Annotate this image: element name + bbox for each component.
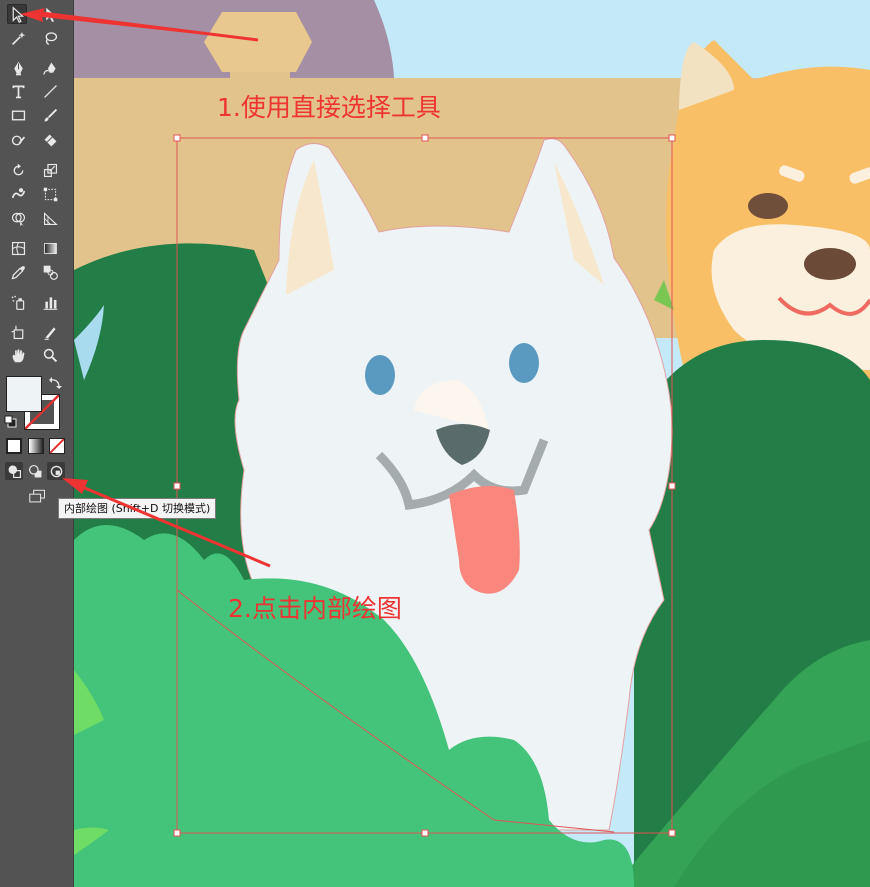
curvature-tool-icon (42, 62, 56, 75)
perspective-grid-tool-button[interactable] (40, 208, 60, 228)
warp-tool-button[interactable] (8, 184, 28, 204)
annotation-step-1: 1.使用直接选择工具 (217, 93, 441, 122)
artboard-canvas[interactable] (74, 0, 870, 887)
illustrator-workspace: 内部绘图 (Shift+D 切换模式) 1.使用直接选择工具 2.点击内部绘图 (0, 0, 870, 887)
warp-tool-icon (11, 187, 25, 198)
line-tool-icon (43, 84, 57, 98)
blend-tool-button[interactable] (40, 262, 60, 282)
paintbrush-tool-button[interactable] (40, 105, 60, 125)
rotate-tool-button[interactable] (8, 160, 28, 180)
curvature-tool-button[interactable] (40, 58, 60, 78)
lamp-hexagon (204, 12, 312, 72)
hand-tool-button[interactable] (8, 345, 28, 365)
draw-behind-icon (28, 464, 41, 477)
fill-swatch-front[interactable] (6, 376, 42, 412)
gradient-tool-icon (43, 242, 57, 254)
perspective-grid-tool-icon (43, 211, 58, 225)
zoom-tool-button[interactable] (40, 345, 60, 365)
pen-tool-button[interactable] (8, 58, 28, 78)
magic-wand-tool-icon (11, 31, 25, 45)
symbol-sprayer-tool-icon (11, 295, 24, 310)
mesh-tool-button[interactable] (8, 238, 28, 258)
column-graph-tool-icon (43, 296, 57, 310)
gradient-tool-button[interactable] (40, 238, 60, 258)
rectangle-tool-button[interactable] (8, 105, 28, 125)
free-transform-tool-icon (43, 187, 57, 201)
none-mode-button[interactable] (49, 438, 65, 454)
gradient-mode-button[interactable] (28, 438, 44, 454)
slice-tool-button[interactable] (40, 322, 60, 342)
shaper-tool-button[interactable] (8, 130, 28, 150)
lasso-tool-icon (45, 31, 57, 45)
swap-fill-stroke-icon[interactable] (48, 376, 62, 390)
artwork (74, 0, 870, 887)
lasso-tool-button[interactable] (40, 28, 60, 48)
line-tool-button[interactable] (40, 81, 60, 101)
symbol-sprayer-tool-button[interactable] (8, 292, 28, 312)
shape-builder-tool-button[interactable] (8, 208, 28, 228)
default-fill-stroke-icon[interactable] (4, 415, 18, 429)
shape-builder-tool-icon (11, 212, 25, 226)
direct-selection-tool-button[interactable] (40, 4, 60, 24)
artboard-tool-button[interactable] (8, 322, 28, 342)
scale-tool-icon (43, 163, 57, 177)
screen-mode-icon (28, 489, 45, 502)
draw-inside-icon (50, 465, 62, 477)
magic-wand-tool-button[interactable] (8, 28, 28, 48)
pen-tool-icon (13, 61, 23, 75)
mesh-tool-icon (11, 241, 25, 255)
samoyed-eye-right (509, 343, 539, 383)
slice-tool-icon (44, 326, 56, 340)
none-icon (50, 439, 64, 453)
color-mode-button[interactable] (6, 438, 22, 454)
shiba-eye (748, 193, 788, 219)
type-tool-button[interactable] (8, 81, 28, 101)
annotation-step-2: 2.点击内部绘图 (228, 594, 402, 623)
column-graph-tool-button[interactable] (40, 292, 60, 312)
direct-selection-tool-icon (45, 7, 56, 22)
tools-panel (0, 0, 74, 887)
paintbrush-tool-icon (44, 108, 57, 121)
selection-tool-icon (12, 5, 24, 23)
draw-inside-tooltip: 内部绘图 (Shift+D 切换模式) (58, 498, 217, 519)
eraser-tool-button[interactable] (40, 130, 60, 150)
eyedropper-tool-icon (11, 265, 25, 279)
scale-tool-button[interactable] (40, 160, 60, 180)
type-tool-icon (12, 85, 24, 98)
shaper-tool-icon (11, 135, 25, 145)
hand-tool-icon (12, 349, 24, 362)
artboard-tool-icon (11, 325, 23, 339)
zoom-tool-icon (43, 348, 57, 362)
shiba-nose (804, 248, 856, 280)
eyedropper-tool-button[interactable] (8, 262, 28, 282)
free-transform-tool-button[interactable] (40, 184, 60, 204)
blend-tool-icon (43, 265, 58, 280)
rotate-tool-icon (13, 163, 23, 175)
rectangle-tool-icon (11, 110, 25, 120)
draw-normal-button[interactable] (5, 462, 23, 480)
screen-mode-button[interactable] (26, 487, 48, 505)
draw-behind-button[interactable] (26, 462, 44, 480)
draw-inside-button[interactable] (47, 462, 65, 480)
eraser-tool-icon (44, 134, 56, 146)
selection-tool-button[interactable] (7, 4, 27, 24)
samoyed-eye-left (365, 355, 395, 395)
draw-normal-icon (8, 465, 21, 478)
